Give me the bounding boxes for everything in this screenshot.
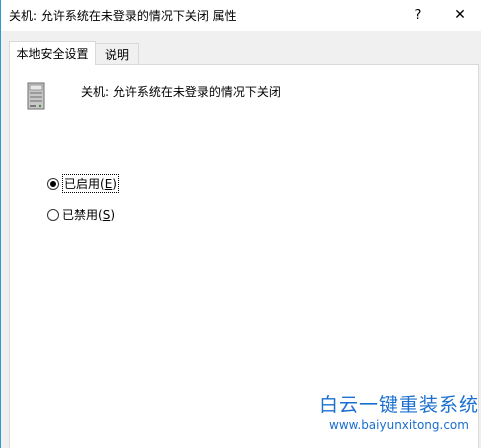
tab-strip: 本地安全设置 说明 [1,31,481,66]
watermark: 白云一键重装系统 www.baiyunxitong.com [319,393,479,433]
window-title: 关机: 允许系统在未登录的情况下关闭 属性 [9,9,237,23]
tab-local-security-setting[interactable]: 本地安全设置 [9,41,96,65]
tab-label: 本地安全设置 [16,47,89,61]
policy-name: 关机: 允许系统在未登录的情况下关闭 [81,85,281,99]
help-button[interactable]: ? [406,4,430,26]
watermark-url: www.baiyunxitong.com [329,418,469,432]
close-icon: ✕ [454,7,466,23]
tab-explain[interactable]: 说明 [95,43,139,64]
radio-disabled[interactable]: 已禁用(S) [47,206,115,223]
radio-selected-dot [50,180,56,187]
watermark-title: 白云一键重装系统 [319,394,480,416]
title-bar[interactable]: 关机: 允许系统在未登录的情况下关闭 属性 ? ✕ [1,0,481,31]
tab-panel: 关机: 允许系统在未登录的情况下关闭 已启用(E) 已禁用(S) [9,64,479,448]
server-computer-icon [27,82,45,110]
tab-label: 说明 [104,47,129,62]
radio-enabled[interactable]: 已启用(E) [47,174,119,193]
question-mark-icon: ? [414,7,422,23]
radio-button[interactable] [47,177,59,190]
radio-disabled-label[interactable]: 已禁用(S) [62,206,115,223]
radio-button[interactable] [47,208,59,221]
properties-dialog: 关机: 允许系统在未登录的情况下关闭 属性 ? ✕ 本地安全设置 说明 关机: … [0,0,481,448]
radio-enabled-label[interactable]: 已启用(E) [62,174,119,193]
close-button[interactable]: ✕ [448,4,472,26]
